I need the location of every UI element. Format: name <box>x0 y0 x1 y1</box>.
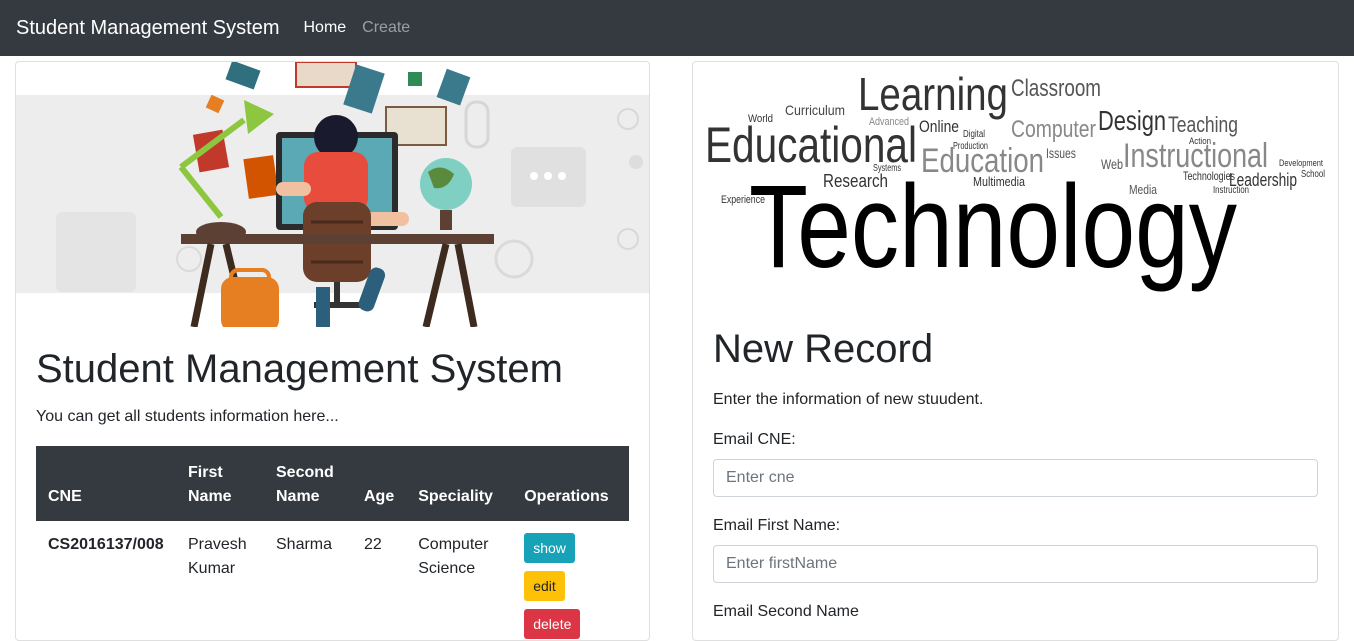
show-button[interactable]: show <box>524 533 575 563</box>
column-header-cne: CNE <box>36 446 176 521</box>
cloud-word: Curriculum <box>785 102 845 118</box>
cne-label: Email CNE: <box>713 431 796 448</box>
cloud-word: Production <box>953 141 988 152</box>
form-subtitle: Enter the information of new stuudent. <box>713 391 984 408</box>
cloud-word: Issues <box>1046 145 1076 161</box>
cloud-word: Action <box>1189 136 1211 146</box>
new-record-card: Learning Classroom Curriculum Educationa… <box>692 61 1339 641</box>
cloud-word: Teaching <box>1168 112 1238 137</box>
first-name-input[interactable] <box>713 545 1318 583</box>
table-row: CS2016137/008 Pravesh Kumar Sharma 22 Co… <box>36 521 629 640</box>
navbar-brand[interactable]: Student Management System <box>16 17 279 40</box>
cloud-headline: Technology <box>749 161 1237 293</box>
cell-age: 22 <box>364 536 382 553</box>
hero-illustration <box>16 62 649 327</box>
cloud-word: School <box>1301 169 1325 180</box>
first-name-label: Email First Name: <box>713 517 841 534</box>
column-header-operations: Operations <box>512 446 629 521</box>
page-title: Student Management System <box>36 347 563 391</box>
cell-cne: CS2016137/008 <box>48 536 164 553</box>
student-at-desk-illustration <box>56 62 643 327</box>
cloud-word: World <box>748 113 773 125</box>
column-header-second-name: Second Name <box>264 446 352 521</box>
top-navbar: Student Management System Home Create <box>0 0 1354 56</box>
cloud-word: Development <box>1279 158 1323 168</box>
edit-button[interactable]: edit <box>524 571 565 601</box>
cne-input[interactable] <box>713 459 1318 497</box>
cell-first-name: Pravesh Kumar <box>188 536 247 577</box>
cloud-word: Design <box>1098 105 1166 136</box>
table-header-row: CNE First Name Second Name Age Specialit… <box>36 446 629 521</box>
nav-link-home[interactable]: Home <box>303 19 346 37</box>
second-name-label: Email Second Name <box>713 603 859 620</box>
cell-second-name: Sharma <box>276 536 333 553</box>
cloud-word: Classroom <box>1011 75 1101 102</box>
cell-speciality: Computer Science <box>418 536 489 577</box>
column-header-age: Age <box>352 446 407 521</box>
cloud-word: Learning <box>858 68 1008 120</box>
cloud-word: Computer <box>1011 116 1096 143</box>
cell-operations: show edit delete <box>512 521 629 640</box>
form-title: New Record <box>713 327 934 371</box>
cloud-word: Advanced <box>869 116 909 128</box>
page-subtitle: You can get all students information her… <box>36 408 339 425</box>
cloud-word: Online <box>919 117 959 136</box>
delete-button[interactable]: delete <box>524 609 581 639</box>
column-header-first-name: First Name <box>176 446 264 521</box>
students-table: CNE First Name Second Name Age Specialit… <box>36 446 629 640</box>
student-list-card: Student Management System You can get al… <box>15 61 650 641</box>
column-header-speciality: Speciality <box>406 446 513 521</box>
cloud-word: Digital <box>963 129 985 140</box>
technology-word-cloud: Learning Classroom Curriculum Educationa… <box>705 68 1325 293</box>
nav-link-create[interactable]: Create <box>362 19 410 37</box>
